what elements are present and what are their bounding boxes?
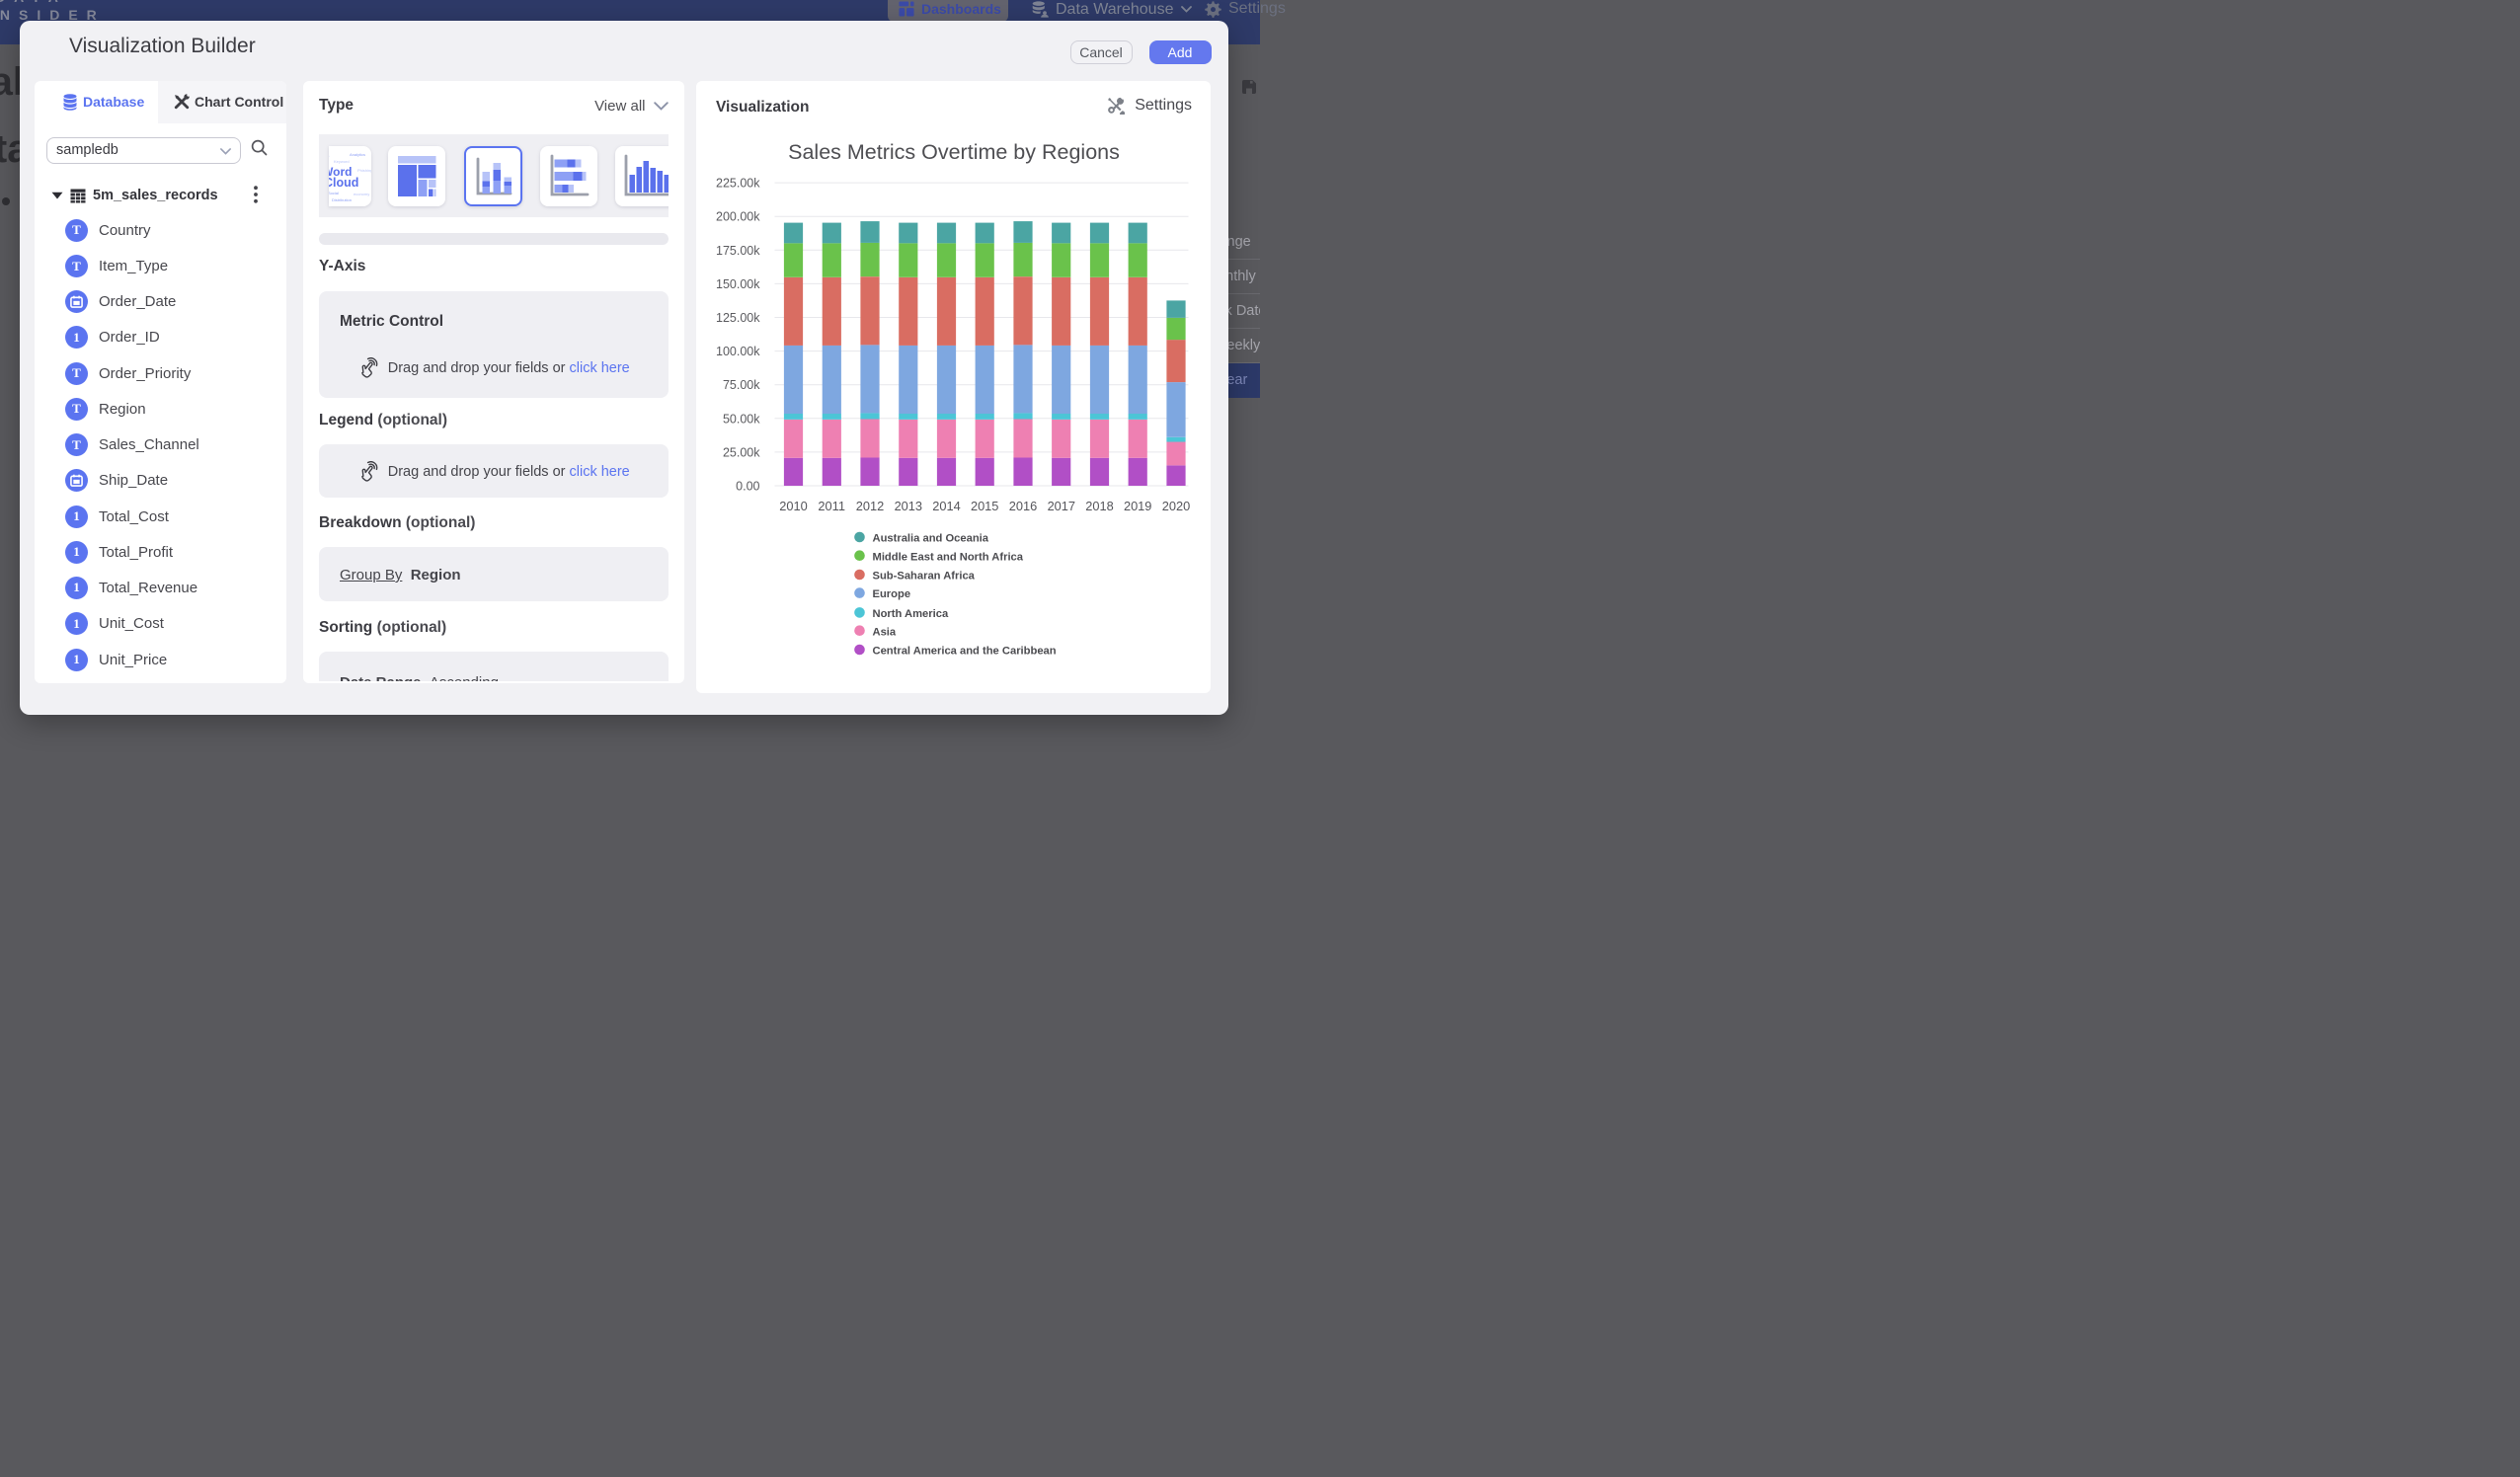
svg-text:175.00k: 175.00k	[716, 244, 760, 258]
svg-text:2013: 2013	[894, 499, 921, 513]
svg-text:100.00k: 100.00k	[716, 345, 760, 358]
svg-text:2018: 2018	[1085, 499, 1113, 513]
svg-text:2014: 2014	[932, 499, 960, 513]
svg-text:2012: 2012	[855, 499, 883, 513]
svg-text:150.00k: 150.00k	[716, 277, 760, 291]
svg-text:North America: North America	[872, 608, 948, 620]
svg-text:50.00k: 50.00k	[722, 412, 759, 426]
svg-text:Asia: Asia	[872, 626, 896, 638]
svg-text:2020: 2020	[1161, 499, 1189, 513]
svg-text:2017: 2017	[1047, 499, 1074, 513]
svg-text:2015: 2015	[970, 499, 997, 513]
svg-text:225.00k: 225.00k	[716, 177, 760, 191]
svg-text:0.00: 0.00	[736, 480, 759, 494]
svg-text:Central America and the Caribb: Central America and the Caribbean	[872, 646, 1056, 658]
svg-text:Australia and Oceania: Australia and Oceania	[872, 533, 988, 545]
svg-text:75.00k: 75.00k	[722, 378, 759, 392]
svg-text:Middle East and North Africa: Middle East and North Africa	[872, 551, 1023, 563]
svg-text:25.00k: 25.00k	[722, 445, 759, 459]
svg-text:Sales Metrics Overtime by Regi: Sales Metrics Overtime by Regions	[788, 140, 1120, 164]
svg-text:Sub-Saharan Africa: Sub-Saharan Africa	[872, 571, 975, 583]
svg-text:2016: 2016	[1008, 499, 1036, 513]
svg-text:2010: 2010	[779, 499, 807, 513]
svg-text:Europe: Europe	[872, 588, 910, 600]
svg-text:200.00k: 200.00k	[716, 210, 760, 224]
svg-text:2019: 2019	[1123, 499, 1150, 513]
svg-text:125.00k: 125.00k	[716, 311, 760, 325]
svg-text:2011: 2011	[818, 499, 845, 513]
